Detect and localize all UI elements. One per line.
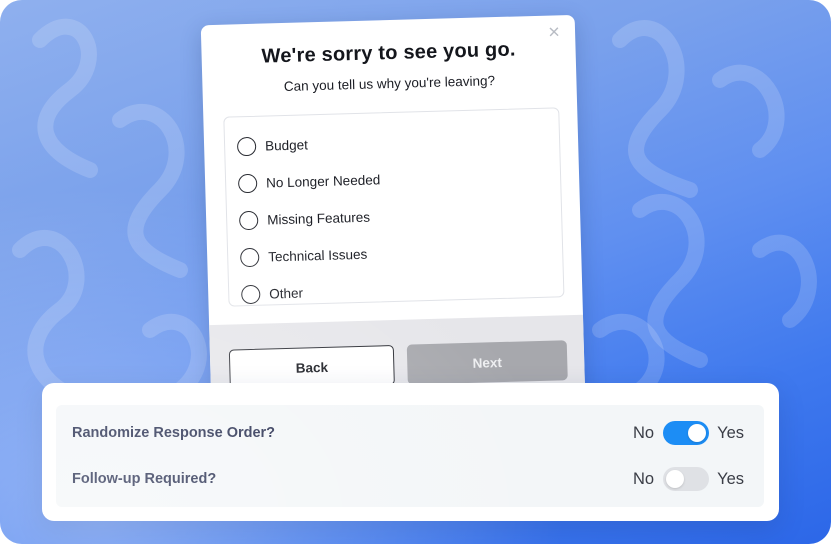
setting-label: Follow-up Required? (72, 471, 217, 487)
randomize-toggle[interactable] (663, 421, 710, 445)
survey-settings-card: Randomize Response Order? No Yes Follow-… (42, 383, 779, 521)
option-label: Technical Issues (268, 246, 368, 264)
radio-button[interactable] (236, 136, 257, 156)
toggle-knob (666, 470, 685, 488)
exit-survey-dialog: × We're sorry to see you go. Can you tel… (200, 14, 586, 408)
option-budget[interactable]: Budget (236, 131, 309, 159)
option-label: No Longer Needed (265, 171, 381, 191)
option-technical-issues[interactable]: Technical Issues (239, 241, 368, 271)
option-label: Missing Features (266, 209, 371, 228)
dialog-subtitle: Can you tell us why you're leaving? (283, 73, 496, 94)
radio-button[interactable] (237, 173, 258, 193)
next-button[interactable]: Next (406, 340, 568, 385)
dialog-title: We're sorry to see you go. (261, 38, 516, 68)
setting-row-randomize: Randomize Response Order? No Yes (56, 410, 764, 456)
followup-toggle[interactable] (663, 467, 710, 491)
toggle-knob (688, 424, 707, 442)
toggle-group: No Yes (633, 421, 744, 445)
setting-row-followup: Follow-up Required? No Yes (56, 456, 764, 502)
option-label: Other (269, 285, 304, 301)
radio-button[interactable] (241, 284, 261, 304)
radio-button[interactable] (239, 247, 260, 267)
option-other[interactable]: Other (241, 280, 303, 308)
option-missing-features[interactable]: Missing Features (238, 204, 371, 234)
toggle-no-label: No (632, 469, 655, 488)
option-label: Budget (264, 136, 309, 154)
settings-panel: Randomize Response Order? No Yes Follow-… (56, 405, 764, 507)
toggle-yes-label: Yes (717, 423, 744, 442)
toggle-group: No Yes (633, 467, 744, 491)
radio-button[interactable] (238, 210, 259, 230)
setting-label: Randomize Response Order? (72, 425, 276, 441)
toggle-yes-label: Yes (717, 469, 744, 488)
background-canvas: × We're sorry to see you go. Can you tel… (0, 0, 831, 544)
toggle-no-label: No (632, 423, 655, 442)
option-no-longer-needed[interactable]: No Longer Needed (237, 166, 381, 196)
reason-options-list: Budget No Longer Needed Missing Features… (223, 107, 565, 308)
